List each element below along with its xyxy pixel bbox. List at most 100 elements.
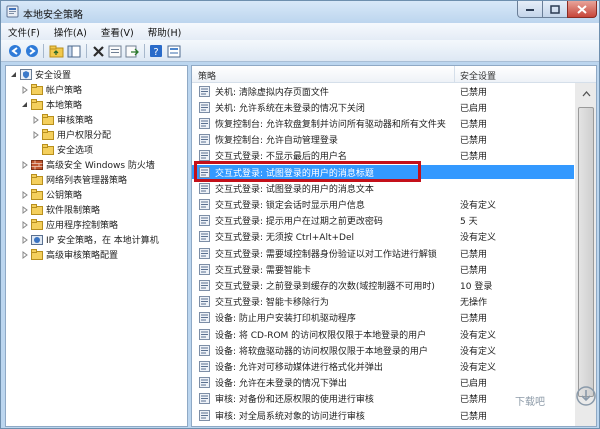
menu-file[interactable]: 文件(F) [1,23,47,40]
policy-row[interactable]: 恢复控制台: 允许软盘复制并访问所有驱动器和所有文件夹 已禁用 [192,116,574,130]
tree-item[interactable]: 公钥策略 [20,188,82,201]
policy-name: 审核: 对全局系统对象的访问进行审核 [215,411,365,422]
policy-name: 交互式登录: 试图登录的用户的消息文本 [215,184,374,195]
policy-row[interactable]: 恢复控制台: 允许自动管理登录 已禁用 [192,133,574,147]
policy-row[interactable]: 设备: 将 CD-ROM 的访问权限仅限于本地登录的用户 没有定义 [192,327,574,341]
scroll-up-button[interactable] [578,86,594,102]
tree-item-label: 高级审核策略配置 [46,251,119,261]
policy-row[interactable]: 设备: 允许在未登录的情况下弹出 已启用 [192,376,574,390]
forward-button[interactable] [24,43,40,59]
scrollbar-thumb[interactable] [578,107,594,397]
collapse-arrow-icon[interactable] [9,70,18,79]
annotation-highlight-box [194,161,421,182]
expand-arrow-icon[interactable] [31,115,40,124]
help-button[interactable]: ? [148,43,164,59]
export-button[interactable] [124,43,140,59]
properties-button[interactable] [107,43,123,59]
show-tree-button[interactable] [66,43,82,59]
collapse-arrow-icon[interactable] [20,100,29,109]
policy-item-icon [199,344,210,356]
tree-item[interactable]: 安全设置 [9,68,71,81]
policy-item-icon [199,150,210,162]
expand-arrow-icon[interactable] [20,85,29,94]
policy-name: 交互式登录: 需要智能卡 [215,265,311,276]
policy-name: 关机: 清除虚拟内存页面文件 [215,87,329,98]
menu-view[interactable]: 查看(V) [94,23,141,40]
toolbar-separator [86,44,87,58]
policy-security-setting: 已禁用 [460,119,488,130]
up-folder-button[interactable] [48,43,64,59]
expand-arrow-icon[interactable] [20,205,29,214]
tree-item[interactable]: IP 安全策略，在 本地计算机 [20,233,159,246]
policy-name: 关机: 允许系统在未登录的情况下关闭 [215,103,365,114]
policy-row[interactable]: 设备: 防止用户安装打印机驱动程序 已禁用 [192,311,574,325]
expand-arrow-icon[interactable] [20,220,29,229]
column-header-policy[interactable]: 策略 [198,69,216,82]
policy-security-setting: 已禁用 [460,314,488,325]
title-bar[interactable]: 本地安全策略 [1,1,599,23]
column-header-security-setting[interactable]: 安全设置 [460,69,496,82]
policy-row[interactable]: 交互式登录: 之前登录到缓存的次数(域控制器不可用时) 10 登录 [192,278,574,292]
tree-item[interactable]: 网络列表管理器策略 [20,173,127,186]
expand-arrow-icon[interactable] [20,160,29,169]
tree-item[interactable]: 审核策略 [31,113,93,126]
policy-item-icon [199,409,210,421]
column-divider[interactable] [454,66,455,83]
policy-row[interactable]: 设备: 允许对可移动媒体进行格式化并弹出 没有定义 [192,359,574,373]
tree-item[interactable]: 本地策略 [20,98,82,111]
tree-item[interactable]: 帐户策略 [20,83,82,96]
policy-security-setting: 已禁用 [460,265,488,276]
tree-item[interactable]: 软件限制策略 [20,203,100,216]
watermark-text: 下载吧 [515,397,545,408]
policy-row[interactable]: 关机: 清除虚拟内存页面文件 已禁用 [192,84,574,98]
policy-security-setting: 没有定义 [460,330,497,341]
policy-row[interactable]: 交互式登录: 试图登录的用户的消息文本 [192,181,574,195]
menu-help[interactable]: 帮助(H) [141,23,189,40]
policy-item-icon [199,101,210,113]
policy-row[interactable]: 交互式登录: 智能卡移除行为 无操作 [192,295,574,309]
security-settings-icon [20,69,32,80]
view-icon [167,45,181,57]
firewall-icon [31,160,43,170]
maximize-button[interactable] [542,1,568,18]
policy-row[interactable]: 审核: 对全局系统对象的访问进行审核 已禁用 [192,408,574,422]
tree-item[interactable]: 高级安全 Windows 防火墙 [20,158,155,171]
policy-row[interactable]: 交互式登录: 提示用户在过期之前更改密码 5 天 [192,214,574,228]
policy-name: 设备: 允许在未登录的情况下弹出 [215,379,347,390]
policy-item-icon [199,393,210,405]
export-icon [125,45,139,57]
delete-button[interactable] [90,43,106,59]
policy-row[interactable]: 交互式登录: 需要智能卡 已禁用 [192,262,574,276]
menu-action[interactable]: 操作(A) [47,23,94,40]
policy-row[interactable]: 关机: 允许系统在未登录的情况下关闭 已启用 [192,100,574,114]
tree-item[interactable]: 用户权限分配 [31,128,111,141]
policy-name: 交互式登录: 无须按 Ctrl+Alt+Del [215,233,355,244]
tree-item[interactable]: 高级审核策略配置 [20,248,118,261]
folder-icon [31,189,43,200]
tree-item[interactable]: 应用程序控制策略 [20,218,118,231]
expand-arrow-icon[interactable] [20,235,29,244]
policy-item-icon [199,231,210,243]
back-button[interactable] [7,43,23,59]
expand-arrow-icon[interactable] [20,190,29,199]
minimize-icon [526,9,534,11]
policy-item-icon [199,279,210,291]
expand-arrow-icon[interactable] [31,130,40,139]
policy-row[interactable]: 交互式登录: 需要域控制器身份验证以对工作站进行解锁 已禁用 [192,246,574,260]
policy-list: 策略 安全设置 关机: 清除虚拟内存页面文件 已禁用 关机: 允许系统在未登录的情况… [191,65,597,427]
close-button[interactable] [567,1,597,18]
policy-item-icon [199,182,210,194]
expand-arrow-icon[interactable] [20,250,29,259]
vertical-scrollbar[interactable] [575,83,596,426]
tree-item-label: 应用程序控制策略 [46,221,119,231]
policy-security-setting: 没有定义 [460,233,497,244]
minimize-button[interactable] [517,1,543,18]
policy-row[interactable]: 设备: 将软盘驱动器的访问权限仅限于本地登录的用户 没有定义 [192,343,574,357]
policy-security-setting: 已启用 [460,103,488,114]
tree-item[interactable]: 安全选项 [31,143,93,156]
view-button[interactable] [166,43,182,59]
delete-icon [92,45,104,57]
policy-row[interactable]: 交互式登录: 锁定会话时显示用户信息 没有定义 [192,197,574,211]
policy-row[interactable]: 交互式登录: 无须按 Ctrl+Alt+Del 没有定义 [192,230,574,244]
